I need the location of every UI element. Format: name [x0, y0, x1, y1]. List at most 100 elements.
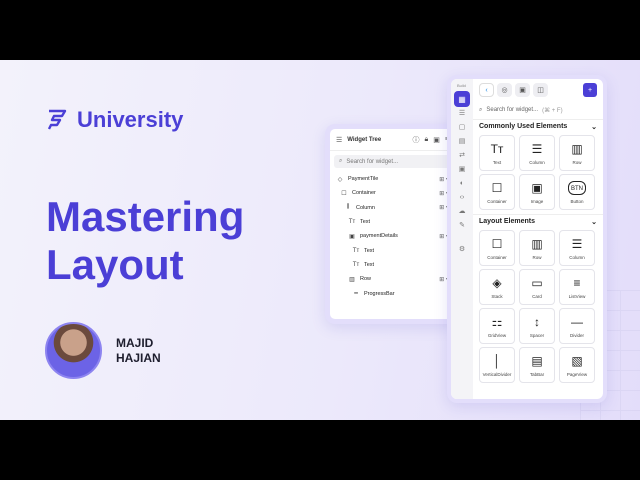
theme-rail-icon[interactable]: ◐: [451, 177, 473, 191]
tree-row[interactable]: Tт Text: [330, 215, 455, 229]
test-rail-icon[interactable]: ✎: [451, 219, 473, 233]
palette-sections: Commonly Used Elements ⌄ Tт Text ☰ Column ▥ Row…: [473, 119, 603, 387]
widget-tree-header: ☰ Widget Tree ⓘ 🔒︎ ▣ ≡: [330, 129, 455, 151]
author-name: MAJID HAJIAN: [116, 336, 161, 366]
widget-icon: ↕: [534, 314, 540, 329]
cloud-rail-icon[interactable]: ☁: [451, 205, 473, 219]
tree-row[interactable]: ━ ProgressBar: [330, 286, 455, 300]
lock-icon[interactable]: 🔒︎: [425, 136, 429, 144]
add-widget-button[interactable]: +: [583, 83, 597, 97]
tree-row[interactable]: ☐ Container ⊞ ▾: [330, 186, 455, 200]
widget-icon: ≡: [573, 275, 581, 290]
widget-tile[interactable]: ▥ Row: [559, 135, 595, 171]
tree-row[interactable]: ▥ Row ⊞ ▾: [330, 272, 455, 286]
widget-label: PageView: [566, 371, 588, 377]
media-rail-icon[interactable]: ▣: [451, 163, 473, 177]
widget-label: Spacer: [529, 332, 545, 338]
left-rail: Build ▦ ☰ ▢ ▤ ⇄ ▣ ◐ ‹› ☁ ✎ ⚙: [451, 79, 473, 399]
widget-palette-rail-button[interactable]: ▦: [454, 91, 470, 107]
storyboard-rail-icon[interactable]: ▢: [451, 121, 473, 135]
widget-tree-title: Widget Tree: [347, 136, 382, 143]
brand: University: [45, 107, 183, 133]
tree-rail-icon[interactable]: ☰: [451, 107, 473, 121]
section-header[interactable]: Layout Elements ⌄: [473, 214, 603, 228]
data-rail-icon[interactable]: ▤: [451, 135, 473, 149]
widget-label: Row: [532, 254, 542, 260]
tree-search-input[interactable]: ⌕ Search for widget...: [334, 155, 451, 168]
widget-icon: ▤: [531, 353, 543, 368]
page-title: Mastering Layout: [46, 193, 244, 289]
widget-icon: ▥: [531, 236, 543, 251]
widget-label: TabBar: [529, 371, 545, 377]
square-icon: ☐: [341, 190, 347, 197]
widget-label: Card: [532, 293, 542, 299]
tab-templates[interactable]: ▣: [515, 83, 530, 97]
rail-label: Build: [457, 83, 466, 88]
title-line-2: Layout: [46, 241, 184, 288]
widget-tile[interactable]: ▧ PageView: [559, 347, 595, 383]
text-icon: Tт: [352, 261, 360, 268]
widget-tile[interactable]: ☰ Column: [559, 230, 595, 266]
tab-flutter[interactable]: ‹: [479, 83, 494, 97]
tree-row[interactable]: ⫼ Column ⊞ ▾: [330, 201, 455, 215]
widget-tile[interactable]: ▤ TabBar: [519, 347, 555, 383]
widget-label: Stack: [491, 293, 503, 299]
widget-tile[interactable]: ≡ ListView: [559, 269, 595, 305]
api-rail-icon[interactable]: ⇄: [451, 149, 473, 163]
avatar: [45, 322, 102, 379]
copy-icon[interactable]: ▣: [433, 136, 440, 144]
widget-grid: Tт Text ☰ Column ▥ Row ☐ Container ▣ Image BTN Butt…: [473, 133, 603, 214]
tree-row-label: Container: [352, 190, 376, 197]
widget-tile[interactable]: BTN Button: [559, 174, 595, 210]
widget-label: ListView: [568, 293, 586, 299]
tree-rows: ◇ PaymentTile ⊞ ▾ ☐ Container ⊞ ▾ ⫼ Column ⊞ ▾ Tт…: [330, 172, 455, 301]
settings-rail-icon[interactable]: ⚙: [451, 243, 473, 257]
palette-tabs: ‹ ◎ ▣ ◫ +: [473, 79, 603, 101]
widget-tile[interactable]: ☰ Column: [519, 135, 555, 171]
widget-tile[interactable]: ▭ Card: [519, 269, 555, 305]
widget-icon: ▧: [571, 353, 583, 368]
brand-name: University: [77, 107, 184, 132]
widget-icon: │: [493, 353, 501, 368]
widget-palette: Build ▦ ☰ ▢ ▤ ⇄ ▣ ◐ ‹› ☁ ✎ ⚙ ‹ ◎ ▣ ◫ + ⌕: [447, 75, 607, 403]
code-rail-icon[interactable]: ‹›: [451, 191, 473, 205]
widget-icon: BTN: [568, 180, 586, 195]
widget-icon: ▭: [531, 275, 543, 290]
author-first-name: MAJID: [116, 335, 154, 350]
section-title: Layout Elements: [479, 218, 536, 225]
widget-tile[interactable]: ⚏ GridView: [479, 308, 515, 344]
widget-tile[interactable]: ↕ Spacer: [519, 308, 555, 344]
tree-search-placeholder: Search for widget...: [346, 158, 399, 165]
tab-components[interactable]: ◎: [497, 83, 512, 97]
section-header[interactable]: Commonly Used Elements ⌄: [473, 119, 603, 133]
info-icon[interactable]: ⓘ: [413, 135, 420, 145]
palette-search-shortcut: (⌘ + F): [542, 107, 563, 114]
column-icon: ⫼: [346, 204, 350, 211]
widget-tile[interactable]: Tт Text: [479, 135, 515, 171]
tree-row[interactable]: ◇ PaymentTile ⊞ ▾: [330, 172, 455, 186]
widget-tile[interactable]: ▥ Row: [519, 230, 555, 266]
widget-tile[interactable]: ◈ Stack: [479, 269, 515, 305]
chevron-down-icon: ⌄: [591, 218, 597, 226]
tab-library[interactable]: ◫: [533, 83, 548, 97]
tree-row[interactable]: ▣ paymentDetails ⊞ ▾: [330, 229, 455, 243]
widget-icon: Tт: [490, 141, 504, 156]
palette-search-input[interactable]: ⌕ Search for widget... (⌘ + F): [479, 103, 597, 117]
widget-tile[interactable]: — Divider: [559, 308, 595, 344]
widget-tile[interactable]: ☐ Container: [479, 174, 515, 210]
widget-tile[interactable]: │ VerticalDivider: [479, 347, 515, 383]
row-icon: ▥: [349, 276, 355, 283]
widget-label: Button: [570, 198, 584, 204]
widget-label: Column: [569, 254, 585, 260]
tree-row-label: Column: [356, 204, 375, 211]
widget-label: Divider: [569, 332, 584, 338]
tree-row[interactable]: Tт Text: [330, 243, 455, 257]
tree-row[interactable]: Tт Text: [330, 258, 455, 272]
widget-label: Image: [530, 198, 544, 204]
widget-label: Container: [487, 254, 507, 260]
widget-tile[interactable]: ☐ Container: [479, 230, 515, 266]
author-last-name: HAJIAN: [116, 350, 161, 365]
widget-tile[interactable]: ▣ Image: [519, 174, 555, 210]
widget-icon: ⚏: [491, 314, 503, 329]
widget-label: Column: [529, 159, 545, 165]
